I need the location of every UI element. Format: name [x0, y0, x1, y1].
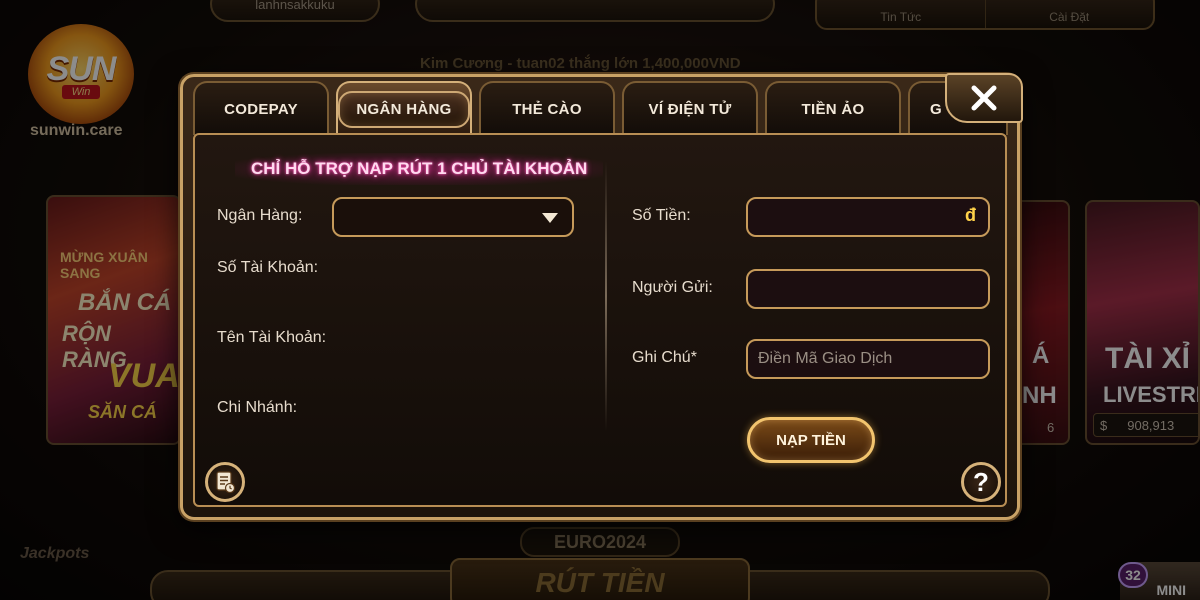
tab-bank[interactable]: NGÂN HÀNG [336, 81, 472, 135]
history-icon [216, 471, 236, 494]
tab-codepay[interactable]: CODEPAY [193, 81, 329, 135]
nav-settings[interactable]: Cài Đặt [984, 0, 1154, 28]
game-partial-line2: NH [1022, 382, 1057, 409]
sunwin-logo: SUN Win [28, 24, 134, 124]
euro-badge[interactable]: EURO2024 [520, 527, 680, 557]
amount-input[interactable] [746, 197, 990, 237]
help-button[interactable]: ? [961, 462, 1001, 502]
tab-crypto-label: TIỀN ẢO [801, 100, 865, 118]
deposit-modal: CODEPAY NGÂN HÀNG THẺ CÀO VÍ ĐIỆN TỬ TIỀ… [180, 73, 1023, 520]
sender-label: Người Gửi: [632, 279, 713, 296]
game-fishing-line4: VUA [108, 357, 180, 395]
single-account-notice: CHỈ HỖ TRỢ NẠP RÚT 1 CHỦ TÀI KHOẢN [235, 153, 604, 185]
amount-label: Số Tiền: [632, 207, 691, 224]
bank-label: Ngân Hàng: [217, 207, 303, 224]
balance-pill [415, 0, 775, 22]
account-number-label: Số Tài Khoản: [217, 259, 319, 276]
help-icon: ? [973, 466, 989, 497]
game-card-taixiu-livestream[interactable]: TÀI XỈ LIVESTREA $ 908,913 [1085, 200, 1200, 445]
tab-more-label: G [930, 100, 942, 118]
dollar-icon: $ [1100, 417, 1108, 433]
bank-select[interactable] [332, 197, 574, 237]
column-divider [605, 161, 607, 431]
username-text: lanhnsakkuku [255, 0, 335, 12]
history-button[interactable] [205, 462, 245, 502]
game-partial-line3: 6 [1047, 420, 1055, 435]
jackpot-label[interactable]: Jackpots [20, 545, 89, 563]
logo-main-text: SUN [46, 49, 117, 88]
game-taixiu-title: TÀI XỈ [1105, 342, 1191, 375]
tab-ewallet[interactable]: VÍ ĐIỆN TỬ [622, 81, 758, 135]
chevron-down-icon [542, 213, 558, 223]
withdraw-button[interactable]: RÚT TIỀN [450, 558, 750, 600]
game-taixiu-pot: $ 908,913 [1093, 413, 1198, 437]
game-taixiu-amount: 908,913 [1127, 417, 1175, 433]
mini-count-badge: 32 [1118, 562, 1148, 588]
close-icon [971, 85, 997, 111]
sender-input[interactable] [746, 269, 990, 309]
winner-ticker: Kim Cương - tuan02 thắng lớn 1,400,000VN… [420, 55, 741, 72]
top-nav-bar: Tin Tức Cài Đặt [815, 0, 1155, 30]
game-fishing-line5: SĂN CÁ [88, 402, 158, 422]
tab-card-label: THẺ CÀO [512, 100, 582, 118]
currency-dong-icon: đ [965, 205, 976, 225]
tab-ewallet-label: VÍ ĐIỆN TỬ [648, 100, 732, 118]
mini-label: MINI [1156, 582, 1186, 598]
nav-news[interactable]: Tin Tức [817, 0, 985, 28]
tab-bank-label: NGÂN HÀNG [338, 90, 470, 128]
game-card-fishing[interactable]: MỪNG XUÂN SANG BẮN CÁ RỘN RÀNG VUA SĂN C… [46, 195, 181, 445]
payment-method-tabs: CODEPAY NGÂN HÀNG THẺ CÀO VÍ ĐIỆN TỬ TIỀ… [193, 81, 1008, 135]
username-pill: lanhnsakkuku [210, 0, 380, 22]
game-fishing-line2: BẮN CÁ [78, 289, 172, 316]
note-input[interactable] [746, 339, 990, 379]
site-url: sunwin.care [30, 122, 123, 139]
game-fishing-line1: MỪNG XUÂN SANG [60, 249, 148, 281]
game-partial-line1: Á [1032, 342, 1050, 369]
tab-codepay-label: CODEPAY [224, 100, 298, 118]
logo-sub-text: Win [61, 84, 101, 99]
tab-crypto[interactable]: TIỀN ẢO [765, 81, 901, 135]
game-taixiu-subtitle: LIVESTREA [1103, 382, 1198, 407]
branch-label: Chi Nhánh: [217, 399, 298, 416]
tab-card[interactable]: THẺ CÀO [479, 81, 615, 135]
account-name-label: Tên Tài Khoản: [217, 329, 327, 346]
close-button[interactable] [945, 73, 1023, 123]
deposit-submit-button[interactable]: NẠP TIỀN [747, 417, 875, 463]
note-label: Ghi Chú* [632, 349, 697, 366]
bank-deposit-panel: CHỈ HỖ TRỢ NẠP RÚT 1 CHỦ TÀI KHOẢN Ngân … [193, 133, 1007, 507]
